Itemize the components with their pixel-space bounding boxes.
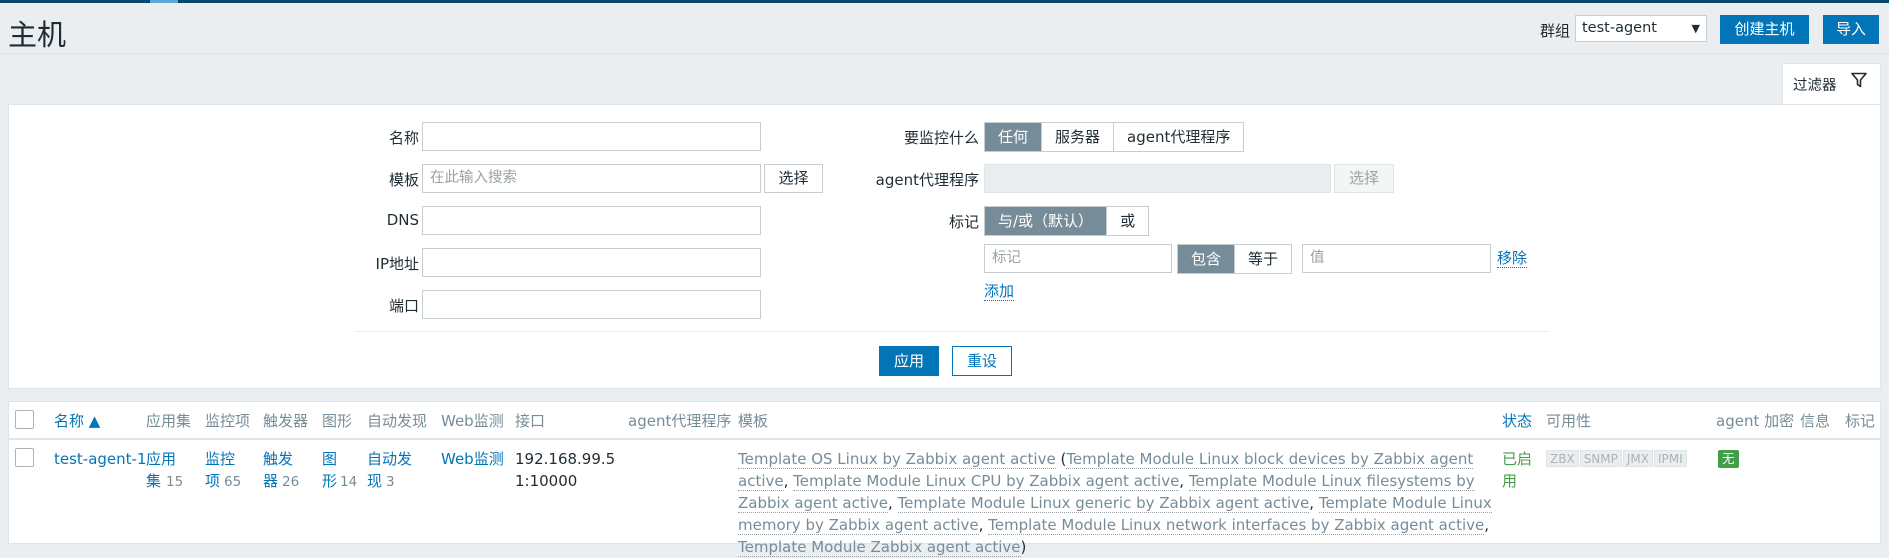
- tag-value-input[interactable]: 值: [1302, 244, 1491, 273]
- availability-jmx: JMX: [1622, 450, 1653, 467]
- template-label: 模板: [388, 171, 419, 189]
- ip-input[interactable]: [422, 248, 761, 277]
- availability-ipmi: IPMI: [1654, 450, 1687, 467]
- template-link[interactable]: Template Module Linux CPU by Zabbix agen…: [793, 472, 1180, 491]
- filter-tab-label: 过滤器: [1793, 78, 1837, 94]
- chevron-down-icon: ▼: [1691, 22, 1700, 35]
- template-input[interactable]: 在此输入搜索: [422, 164, 761, 193]
- filter-divider: [354, 331, 1549, 332]
- graphs-count: 14: [340, 474, 358, 490]
- top-border-accent: [150, 0, 178, 3]
- graphs-label: 图形: [322, 450, 338, 490]
- column-header-applications: 应用集: [146, 412, 192, 430]
- monitor-option-any[interactable]: 任何: [985, 123, 1042, 151]
- monitor-segmented: 任何 服务器 agent代理程序: [984, 122, 1245, 152]
- group-select-value: test-agent: [1582, 20, 1657, 36]
- tag-add-link[interactable]: 添加: [984, 283, 1015, 301]
- port-input[interactable]: [422, 290, 761, 319]
- column-header-tags: 标记: [1845, 412, 1876, 430]
- applications-count: 15: [166, 474, 184, 490]
- status-link[interactable]: 已启用: [1502, 448, 1534, 492]
- encryption-badge: 无: [1718, 450, 1739, 468]
- table-header-divider: [9, 438, 1880, 440]
- tags-mode-segmented: 与/或（默认） 或: [984, 206, 1150, 236]
- proxy-label: agent代理程序: [875, 171, 979, 189]
- proxy-input[interactable]: [984, 164, 1331, 193]
- row-checkbox[interactable]: [15, 448, 34, 467]
- group-select[interactable]: test-agent ▼: [1575, 15, 1707, 42]
- column-header-discovery: 自动发现: [367, 412, 428, 430]
- column-header-triggers: 触发器: [263, 412, 309, 430]
- tag-remove-link[interactable]: 移除: [1497, 250, 1528, 268]
- import-button[interactable]: 导入: [1823, 15, 1879, 44]
- apply-button[interactable]: 应用: [879, 346, 939, 376]
- page-title: 主机: [8, 18, 67, 52]
- monitor-label: 要监控什么: [903, 129, 979, 147]
- select-all-checkbox[interactable]: [15, 410, 34, 429]
- column-header-info: 信息: [1800, 412, 1831, 430]
- template-link[interactable]: Template Module Linux network interfaces…: [988, 516, 1485, 535]
- tags-mode-or[interactable]: 或: [1106, 207, 1149, 235]
- proxy-select-button[interactable]: 选择: [1334, 164, 1394, 193]
- interface-value: 192.168.99.51:10000: [515, 450, 616, 490]
- column-header-web: Web监测: [441, 412, 504, 430]
- availability-badges: ZBX SNMP JMX IPMI: [1546, 450, 1688, 467]
- availability-snmp: SNMP: [1579, 450, 1622, 467]
- column-header-proxy: agent代理程序: [628, 412, 732, 430]
- column-header-templates: 模板: [738, 412, 769, 430]
- column-header-interface: 接口: [515, 412, 546, 430]
- monitor-option-server[interactable]: 服务器: [1041, 123, 1114, 151]
- tags-label: 标记: [948, 213, 979, 231]
- graphs-link[interactable]: 图形: [322, 448, 339, 492]
- dns-input[interactable]: [422, 206, 761, 235]
- column-header-status[interactable]: 状态: [1502, 410, 1532, 431]
- dns-label: DNS: [386, 211, 419, 229]
- header-divider: [0, 53, 1889, 54]
- web-monitoring-link[interactable]: Web监测: [441, 448, 504, 470]
- template-link[interactable]: Template OS Linux by Zabbix agent active: [738, 450, 1056, 469]
- items-count: 65: [224, 474, 242, 490]
- column-header-availability: 可用性: [1546, 412, 1592, 430]
- column-header-name[interactable]: 名称 ▲: [54, 410, 100, 431]
- group-label: 群组: [1540, 22, 1571, 40]
- top-border: [0, 0, 1889, 3]
- column-header-items: 监控项: [205, 412, 251, 430]
- name-label: 名称: [388, 129, 419, 147]
- reset-button[interactable]: 重设: [952, 346, 1012, 376]
- filter-icon: [1851, 72, 1867, 92]
- tag-name-input[interactable]: 标记: [984, 244, 1172, 273]
- discovery-count: 3: [386, 474, 395, 490]
- port-label: 端口: [388, 297, 419, 315]
- filter-tab[interactable]: 过滤器: [1782, 63, 1881, 105]
- tags-mode-and-or[interactable]: 与/或（默认）: [985, 207, 1107, 235]
- template-select-button[interactable]: 选择: [764, 164, 823, 193]
- host-name-link[interactable]: test-agent-1: [54, 448, 147, 470]
- column-header-encryption: agent 加密: [1716, 412, 1795, 430]
- monitor-option-proxy[interactable]: agent代理程序: [1113, 123, 1244, 151]
- template-link[interactable]: Template Module Linux generic by Zabbix …: [897, 494, 1310, 513]
- filter-panel: 名称 模板 在此输入搜索 选择 DNS IP地址 端口 要监控什么 任何 服务器…: [8, 104, 1881, 389]
- column-header-graphs: 图形: [322, 412, 353, 430]
- templates-cell: Template OS Linux by Zabbix agent active…: [738, 450, 1492, 557]
- name-input[interactable]: [422, 122, 761, 151]
- availability-zbx: ZBX: [1546, 450, 1579, 467]
- tag-operator-contains[interactable]: 包含: [1178, 245, 1235, 273]
- template-link[interactable]: Template Module Zabbix agent active: [738, 538, 1021, 557]
- create-host-button[interactable]: 创建主机: [1720, 15, 1809, 44]
- triggers-count: 26: [282, 474, 300, 490]
- tag-operator-segmented: 包含 等于: [1177, 244, 1293, 274]
- ip-label: IP地址: [375, 255, 419, 273]
- tag-operator-equals[interactable]: 等于: [1234, 245, 1292, 273]
